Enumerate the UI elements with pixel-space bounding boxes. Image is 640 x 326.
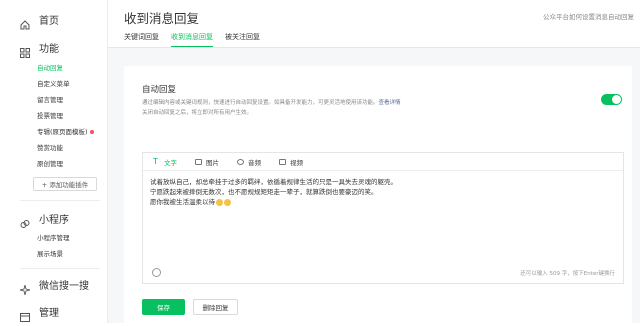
- nav-miniprogram[interactable]: 小程序: [0, 211, 69, 228]
- view-details-link[interactable]: 查看详情: [379, 100, 401, 106]
- emoji-picker-icon[interactable]: [152, 268, 161, 277]
- tab-image-label: 图片: [206, 158, 219, 167]
- text-icon: T: [153, 156, 158, 166]
- auto-reply-description: 通过编辑内容或关键词规则，快速进行自动回复设置。如具备开发能力，可更灵活地使用该…: [142, 98, 401, 118]
- home-icon: [20, 15, 30, 29]
- smile-emoji-icon: [216, 198, 223, 206]
- reply-tabs: 关键词回复 收到消息回复 被关注回复: [124, 32, 272, 47]
- tab-text-label: 文字: [164, 158, 177, 167]
- tab-follow-reply[interactable]: 被关注回复: [225, 32, 260, 47]
- sidebar-item-reward[interactable]: 赞赏功能: [37, 142, 63, 152]
- nav-wechat-search-label: 微信搜一搜: [39, 281, 89, 292]
- tab-keyword-reply[interactable]: 关键词回复: [124, 32, 159, 47]
- nav-manage-label: 管理: [39, 308, 59, 319]
- nav-features-label: 功能: [39, 44, 59, 55]
- tab-video-label: 视频: [290, 158, 303, 167]
- editor-text-area[interactable]: 试着放纵自己，却总牵挂于过多的羁绊，依循着规律生活的只是一具失去灵魂的躯壳。 宁…: [150, 177, 397, 207]
- audio-icon: [237, 158, 244, 165]
- sidebar-item-display-scene[interactable]: 展示场景: [37, 248, 63, 258]
- editor-line-last: 愿你我被生活温柔以待: [150, 197, 397, 207]
- tab-text[interactable]: T 文字: [153, 157, 177, 167]
- sidebar-item-auto-reply[interactable]: 自动回复: [37, 62, 63, 72]
- sidebar-item-album-label: 专辑(原页面模板): [37, 128, 88, 136]
- sidebar-divider: [20, 268, 100, 269]
- tab-divider: [107, 47, 640, 48]
- notification-dot: [89, 130, 94, 134]
- grid-icon: [20, 43, 30, 58]
- sidebar-item-album[interactable]: 专辑(原页面模板): [37, 126, 94, 136]
- auto-reply-desc-line1: 通过编辑内容或关键词规则，快速进行自动回复设置。如具备开发能力，可更灵活地使用该…: [142, 98, 401, 108]
- image-icon: [195, 158, 202, 165]
- sidebar-divider: [20, 200, 100, 201]
- sidebar-item-comments[interactable]: 留言管理: [37, 94, 63, 104]
- editor-type-tabs: T 文字 图片 音频 视频: [143, 153, 623, 171]
- sidebar-item-miniprogram-manage[interactable]: 小程序管理: [37, 232, 70, 242]
- nav-features[interactable]: 功能: [0, 40, 59, 58]
- nav-miniprogram-label: 小程序: [39, 215, 69, 226]
- nav-manage[interactable]: 管理: [0, 304, 59, 322]
- tab-video[interactable]: 视频: [279, 157, 303, 167]
- auto-reply-desc-line2: 关闭自动回复之后，将立即对所有用户生效。: [142, 110, 253, 116]
- miniprogram-icon: [20, 214, 30, 228]
- tab-audio-label: 音频: [248, 158, 261, 167]
- folder-icon: [20, 307, 30, 322]
- desc-text: 通过编辑内容或关键词规则，快速进行自动回复设置。如具备开发能力，可更灵活地使用该…: [142, 100, 379, 106]
- delete-reply-button[interactable]: 删除回复: [193, 299, 238, 315]
- page-title: 收到消息回复: [124, 11, 200, 26]
- char-counter: 还可以输入 509 字，按下Enter键换行: [520, 271, 615, 277]
- help-link[interactable]: 公众平台如何设置消息自动回复: [543, 11, 634, 21]
- nav-wechat-search[interactable]: 微信搜一搜: [0, 277, 89, 295]
- editor-line: 宁愿跌起来被摔倒无数次，也不愿规规矩矩走一辈子，就算跌倒也要豪迈的笑。: [150, 188, 378, 196]
- sparkle-icon: [19, 280, 31, 295]
- tab-audio[interactable]: 音频: [237, 157, 261, 167]
- grin-emoji-icon: [224, 198, 231, 206]
- editor-line: 试着放纵自己，却总牵挂于过多的羁绊，依循着规律生活的只是一具失去灵魂的躯壳。: [150, 178, 397, 186]
- add-plugin-button[interactable]: + 添加功能插件: [33, 177, 97, 191]
- editor-line: 愿你我被生活温柔以待: [150, 198, 215, 206]
- toggle-knob: [612, 95, 621, 104]
- sidebar-item-custom-menu[interactable]: 自定义菜单: [37, 78, 70, 88]
- tab-message-reply[interactable]: 收到消息回复: [171, 32, 213, 47]
- auto-reply-toggle[interactable]: [601, 94, 622, 105]
- video-icon: [279, 158, 286, 165]
- tab-image[interactable]: 图片: [195, 157, 219, 167]
- nav-home[interactable]: 首页: [0, 12, 59, 29]
- nav-home-label: 首页: [39, 16, 59, 27]
- sidebar-item-original[interactable]: 原创管理: [37, 158, 63, 168]
- sidebar: 首页 功能 自动回复 自定义菜单 留言管理 投票管理 专辑(原页面模板) 赞赏功…: [0, 0, 108, 323]
- sidebar-item-votes[interactable]: 投票管理: [37, 110, 63, 120]
- reply-editor[interactable]: T 文字 图片 音频 视频 试着放纵自己，却总牵挂于过多的羁绊，依循着规律生活的…: [142, 152, 624, 284]
- auto-reply-title: 自动回复: [142, 85, 177, 95]
- save-button[interactable]: 保存: [142, 299, 185, 315]
